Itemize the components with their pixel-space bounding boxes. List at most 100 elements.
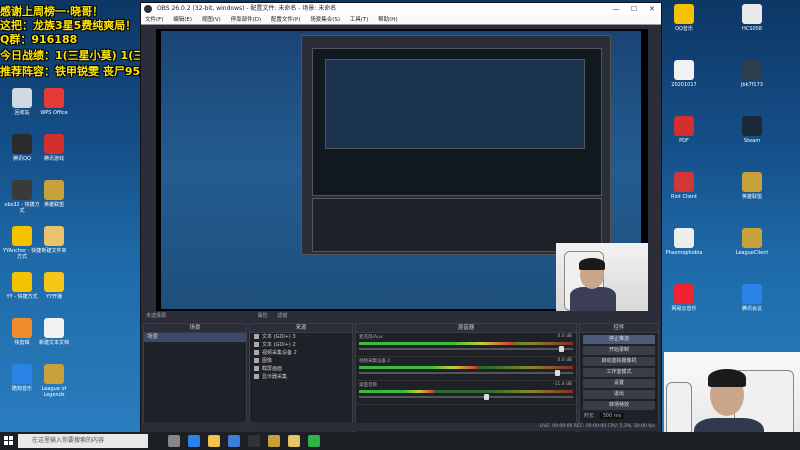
app-icon xyxy=(12,134,32,154)
desktop-icon[interactable]: Steam xyxy=(732,116,772,144)
controls-header: 控件 xyxy=(580,324,658,333)
source-item[interactable]: 显示器采集 xyxy=(250,373,352,381)
source-type-icon xyxy=(254,366,259,371)
control-button[interactable]: 设置 xyxy=(583,379,655,388)
store-icon[interactable] xyxy=(228,435,240,447)
menu-docks[interactable]: 停靠部件(D) xyxy=(231,17,262,23)
desktop-icon[interactable]: YY开播 xyxy=(34,272,74,300)
league-icon[interactable] xyxy=(268,435,280,447)
maximize-button[interactable]: ☐ xyxy=(625,3,643,15)
audio-meter xyxy=(359,342,573,345)
menu-tools[interactable]: 工具(T) xyxy=(350,17,369,23)
minimize-button[interactable]: — xyxy=(607,3,625,15)
desktop-icon[interactable]: Riot Client xyxy=(664,172,704,200)
desktop-icon[interactable]: HCS058 xyxy=(732,4,772,32)
file-explorer-icon[interactable] xyxy=(208,435,220,447)
volume-slider-knob[interactable] xyxy=(559,346,565,352)
desktop-icon[interactable]: 网易云音乐 xyxy=(664,284,704,312)
controls-dock: 控件 停止推流 开始录制 启动虚拟摄像机 工作室模式 设置 退出 转场特效 时长 300 m… xyxy=(579,323,659,435)
control-button[interactable]: 启动虚拟摄像机 xyxy=(583,357,655,366)
app-icon xyxy=(674,284,694,304)
task-view-icon[interactable] xyxy=(168,435,180,447)
app-icon xyxy=(12,88,32,108)
nested-obs-preview-inner xyxy=(325,59,585,149)
desktop-icon[interactable]: 新建文本文档 xyxy=(34,318,74,346)
desktop-icon[interactable]: LeagueClient xyxy=(732,228,772,256)
menu-view[interactable]: 视图(V) xyxy=(202,17,221,23)
nested-obs-preview xyxy=(312,48,602,196)
source-item[interactable]: 截屏画面 xyxy=(250,365,352,373)
desktop-icon[interactable]: QQ音乐 xyxy=(664,4,704,32)
obs-title-bar[interactable]: OBS 26.0.2 (32-bit, windows) - 配置文件: 未命名… xyxy=(141,3,661,15)
desktop-icon-label: LeagueClient xyxy=(735,250,769,256)
mixer-channel: 视频采集设备 2 0.0 dB xyxy=(356,357,576,381)
volume-slider[interactable] xyxy=(359,394,573,400)
taskbar-search-input[interactable]: 在这里输入你要搜索的内容 xyxy=(18,434,148,448)
volume-slider-knob[interactable] xyxy=(555,370,561,376)
desktop-icon[interactable]: 20201017 xyxy=(664,60,704,88)
desktop-icon-label: jbk7f173 xyxy=(741,82,763,88)
desktop-icon[interactable]: League of Legends xyxy=(34,364,74,398)
control-button[interactable]: 开始录制 xyxy=(583,346,655,355)
mixer-header: 混音器 xyxy=(356,324,576,333)
source-item[interactable]: 文本 (GDI+) 2 xyxy=(250,341,352,349)
obs-preview[interactable] xyxy=(156,29,648,311)
source-item[interactable]: 文本 (GDI+) 3 xyxy=(250,333,352,341)
obs-status-bar: LIVE: 00:00:00 REC: 00:00:00 CPU: 5.3%, … xyxy=(141,423,661,431)
desktop-icon-label: 20201017 xyxy=(671,82,697,88)
app-icon xyxy=(674,4,694,24)
app-icon xyxy=(44,364,64,384)
volume-slider[interactable] xyxy=(359,370,573,376)
preview-webcam xyxy=(556,243,648,311)
control-list: 停止推流开始录制启动虚拟摄像机 工作室模式设置退出转场特效 xyxy=(580,335,658,410)
wechat-icon[interactable] xyxy=(308,435,320,447)
obs-window[interactable]: OBS 26.0.2 (32-bit, windows) - 配置文件: 未命名… xyxy=(140,2,662,443)
desktop-icon[interactable]: PDF xyxy=(664,116,704,144)
volume-slider[interactable] xyxy=(359,346,573,352)
mixer-list: 麦克风/Aux 0.0 dB 视频采集设备 2 0.0 dB 桌面音频 -11.4 dB xyxy=(356,333,576,405)
desktop-icon[interactable]: Phasmophobia xyxy=(664,228,704,256)
desktop-icon-label: 腾讯会议 xyxy=(741,306,762,312)
app-icon xyxy=(742,284,762,304)
desktop-icon[interactable]: 腾讯游戏 xyxy=(34,134,74,162)
desktop-icon[interactable]: jbk7f173 xyxy=(732,60,772,88)
menu-scene-collection[interactable]: 场景集合(S) xyxy=(310,17,340,23)
app-icon xyxy=(12,364,32,384)
desktop-icon[interactable]: 英雄联盟 xyxy=(34,180,74,208)
menu-file[interactable]: 文件(F) xyxy=(145,17,163,23)
control-button[interactable]: 退出 xyxy=(583,390,655,399)
menu-help[interactable]: 帮助(H) xyxy=(378,17,397,23)
volume-slider-knob[interactable] xyxy=(484,394,490,400)
source-item[interactable]: 视频采集设备 2 xyxy=(250,349,352,357)
menu-edit[interactable]: 编辑(E) xyxy=(173,17,192,23)
app-icon xyxy=(44,318,64,338)
source-type-icon xyxy=(254,350,259,355)
scene-item[interactable]: 场景 xyxy=(144,333,246,342)
desktop-icon-label: Phasmophobia xyxy=(665,250,703,256)
properties-button[interactable]: 属性 xyxy=(258,313,268,319)
audio-meter-fill xyxy=(359,366,477,369)
source-item[interactable]: 图像 xyxy=(250,357,352,365)
desktop-icon[interactable]: 新建文件夹 xyxy=(34,226,74,254)
source-type-icon xyxy=(254,334,259,339)
source-item-label: 显示器采集 xyxy=(262,374,288,380)
close-button[interactable]: ✕ xyxy=(643,3,661,15)
folder-icon[interactable] xyxy=(288,435,300,447)
duration-input[interactable]: 300 ms xyxy=(599,413,625,419)
obs-icon[interactable] xyxy=(248,435,260,447)
filters-button[interactable]: 滤镜 xyxy=(277,313,287,319)
desktop-icon[interactable]: 腾讯会议 xyxy=(732,284,772,312)
mixer-channel: 桌面音频 -11.4 dB xyxy=(356,381,576,405)
desktop-icon[interactable]: WPS Office xyxy=(34,88,74,116)
nested-icons-left xyxy=(163,91,203,271)
desktop-icon-label: League of Legends xyxy=(41,386,67,398)
control-button[interactable]: 工作室模式 xyxy=(583,368,655,377)
source-item-label: 文本 (GDI+) 3 xyxy=(262,334,296,340)
edge-icon[interactable] xyxy=(188,435,200,447)
desktop-icon[interactable]: 英雄联盟 xyxy=(732,172,772,200)
menu-profile[interactable]: 配置文件(P) xyxy=(271,17,301,23)
windows-start-icon[interactable] xyxy=(4,436,14,446)
control-button[interactable]: 转场特效 xyxy=(583,401,655,410)
scenes-header: 场景 xyxy=(144,324,246,333)
control-button[interactable]: 停止推流 xyxy=(583,335,655,344)
